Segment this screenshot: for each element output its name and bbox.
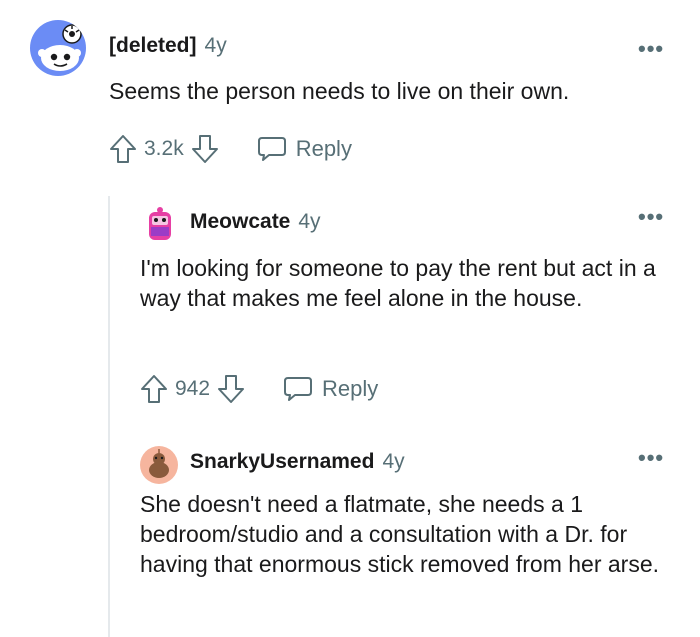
vote-group: 942 [139,373,246,405]
avatar[interactable] [30,20,86,76]
author-name[interactable]: [deleted] [109,34,197,58]
vote-group: 3.2k [108,133,220,165]
upvote-icon[interactable] [139,373,169,405]
orange-snoo-avatar-icon [149,449,169,478]
comment-age: 4y [204,34,227,57]
thread-line[interactable] [108,196,110,637]
avatar[interactable] [140,206,180,242]
comment-age: 4y [298,210,321,233]
snoo-deleted-avatar-icon [38,24,82,71]
author-name[interactable]: Meowcate [190,210,290,234]
comment-meta: SnarkyUsernamed 4y [190,450,405,474]
more-options-icon[interactable]: ••• [638,447,664,469]
comment-meta: Meowcate 4y [190,210,321,234]
downvote-icon[interactable] [190,133,220,165]
reply-button[interactable]: Reply [282,374,378,404]
author-name[interactable]: SnarkyUsernamed [190,450,374,474]
comment-actions: 942 Reply [139,373,378,405]
comment-actions: 3.2k Reply [108,133,352,165]
comment-bubble-icon [282,374,314,404]
more-options-icon[interactable]: ••• [638,206,664,228]
comment-body: I'm looking for someone to pay the rent … [140,255,656,311]
downvote-icon[interactable] [216,373,246,405]
vote-count: 942 [175,377,211,400]
comment-meta: [deleted] 4y [109,34,227,58]
comment-bubble-icon [256,134,288,164]
comment-body: She doesn't need a flatmate, she needs a… [140,491,660,577]
comment-body: Seems the person needs to live on their … [109,78,570,104]
more-options-icon[interactable]: ••• [638,38,664,60]
pink-snoo-avatar-icon [149,207,171,240]
vote-count: 3.2k [144,137,184,160]
avatar[interactable] [140,446,178,484]
reply-label: Reply [322,376,379,401]
comment-age: 4y [382,450,405,473]
reply-button[interactable]: Reply [256,134,352,164]
reply-label: Reply [295,136,352,161]
upvote-icon[interactable] [108,133,138,165]
